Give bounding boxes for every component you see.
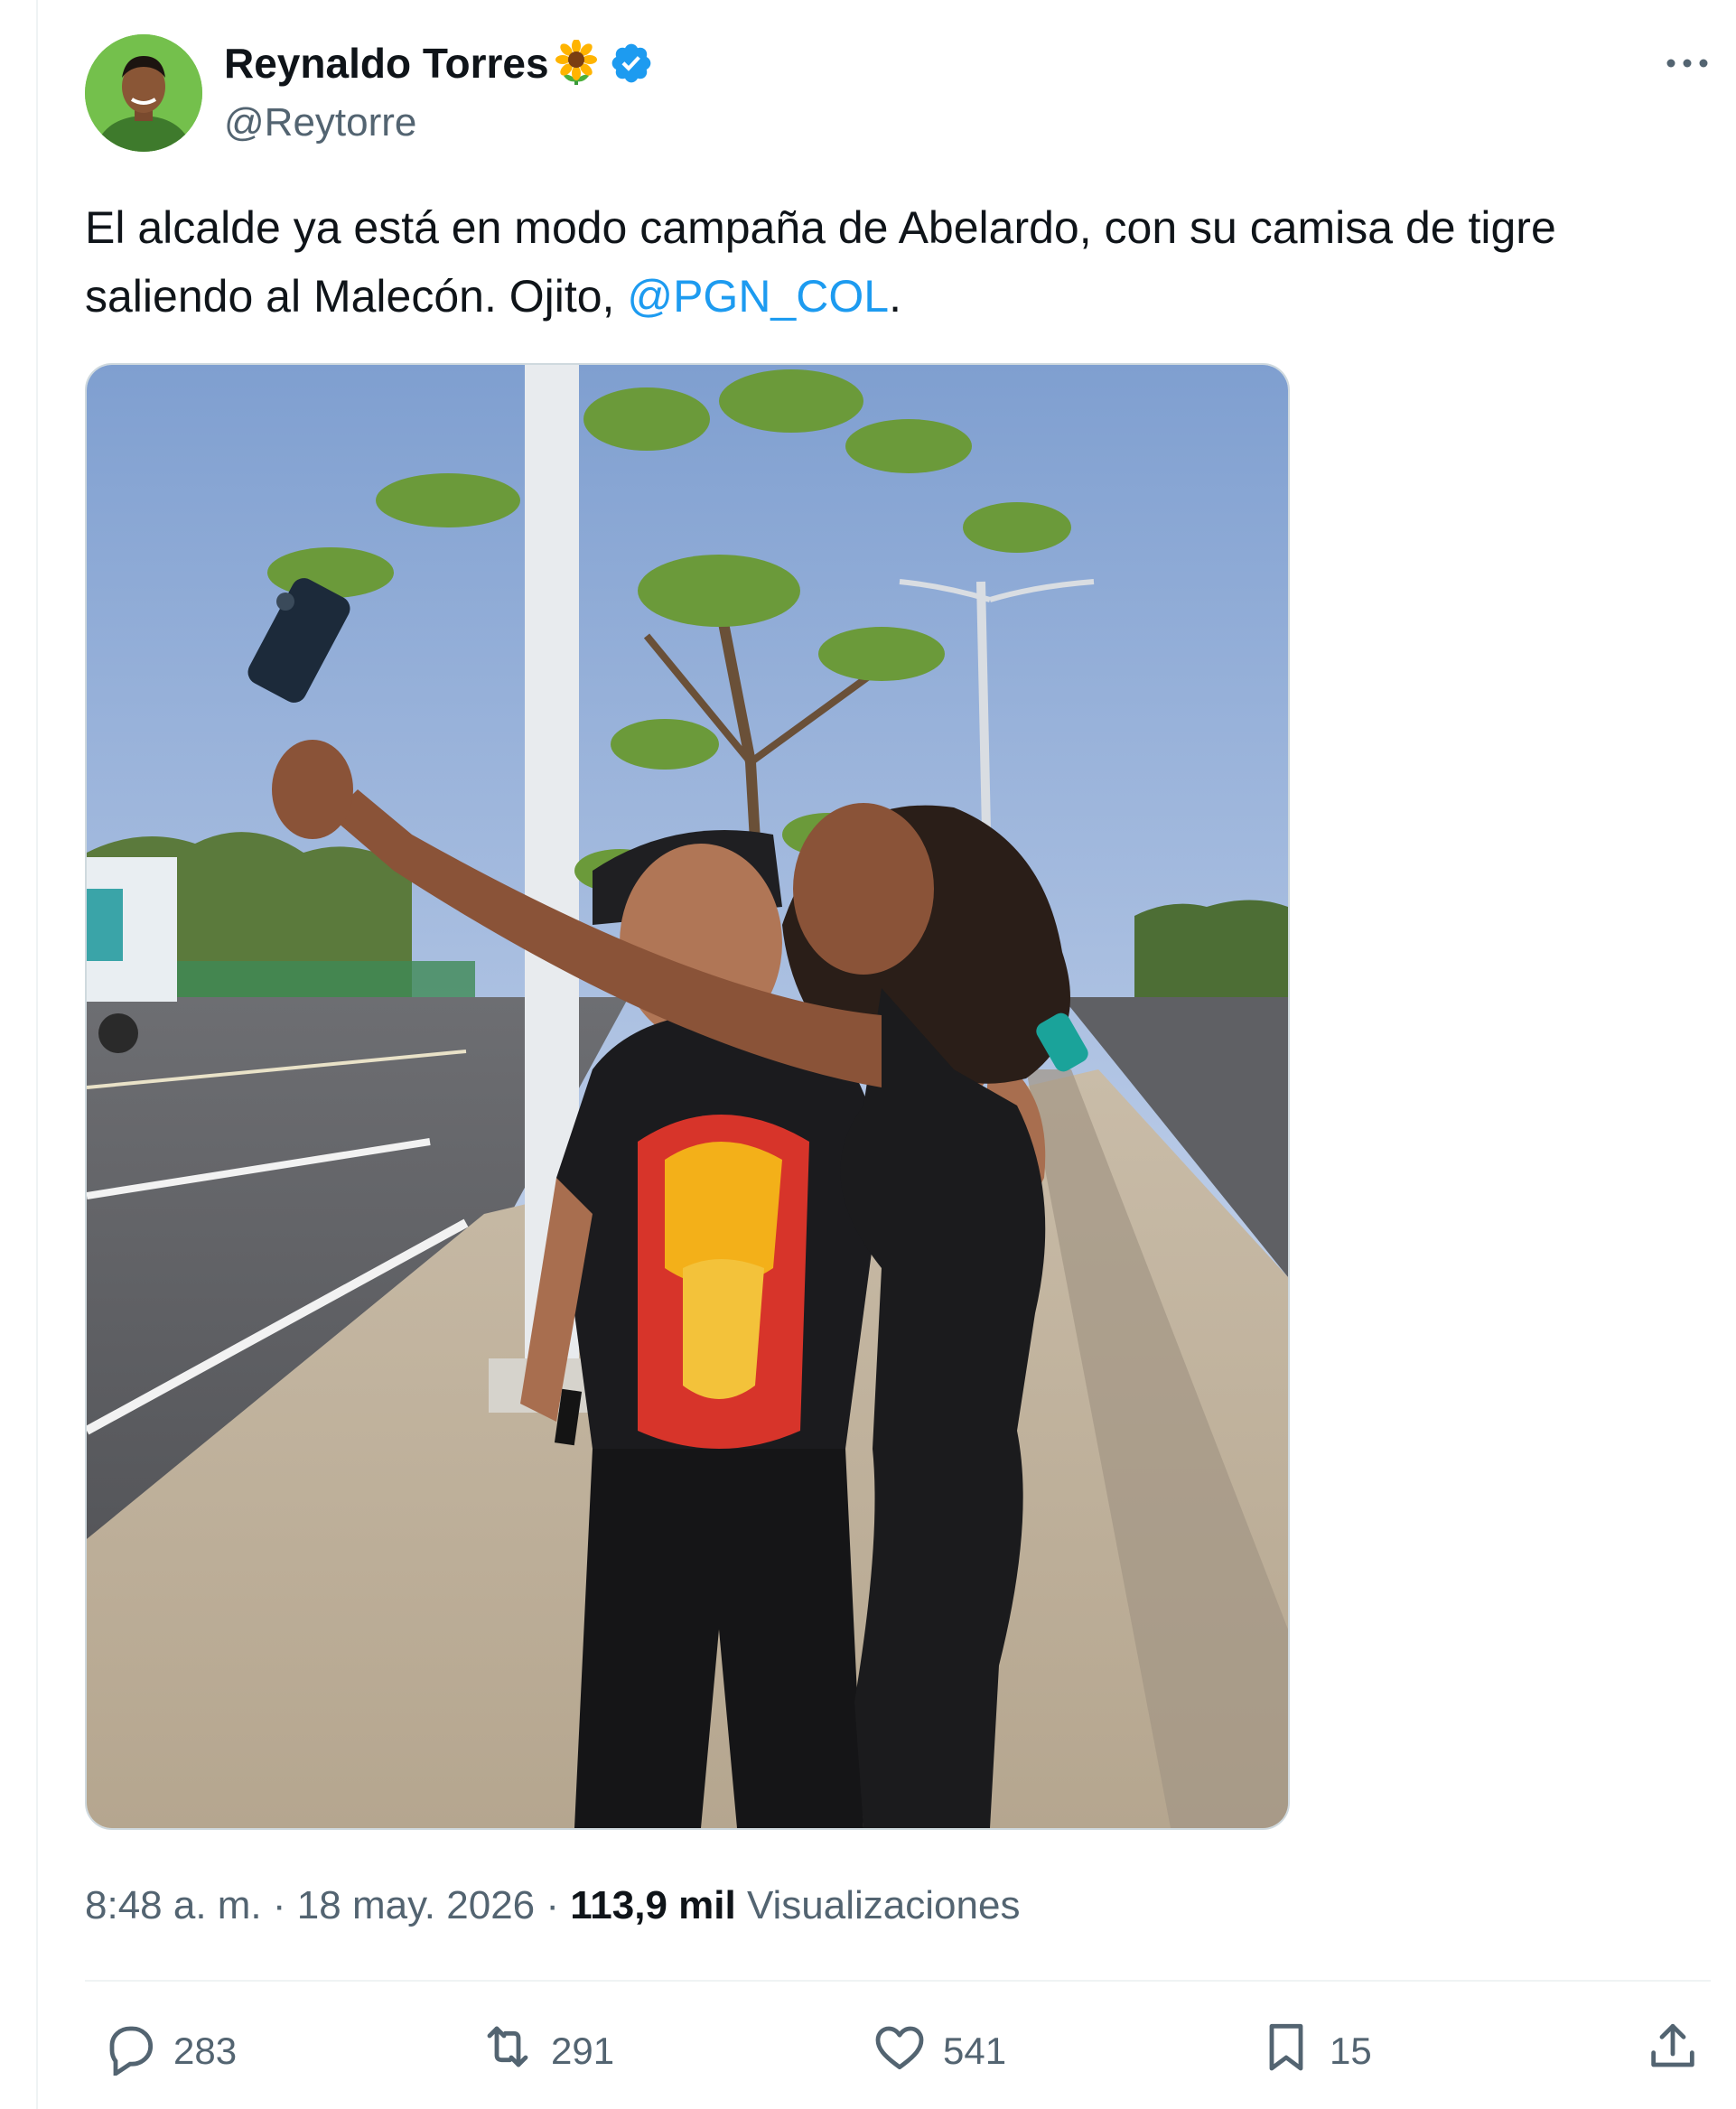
meta-separator: · (261, 1883, 297, 1927)
author-handle[interactable]: @Reytorre (224, 98, 416, 148)
like-button[interactable]: 541 (871, 2020, 1006, 2083)
views-count[interactable]: 113,9 mil (570, 1883, 735, 1927)
share-button[interactable] (1644, 2020, 1702, 2083)
tweet-date[interactable]: 18 may. 2026 (297, 1883, 535, 1927)
like-icon (871, 2018, 929, 2085)
bookmark-count: 15 (1330, 2030, 1372, 2072)
more-options-icon[interactable] (1660, 45, 1714, 81)
reply-count: 283 (173, 2030, 238, 2072)
author-name-row[interactable]: Reynaldo Torres (224, 38, 654, 89)
repost-count: 291 (551, 2030, 615, 2072)
tweet: Reynaldo Torres @Reytorre El alcalde ya … (0, 0, 1736, 2109)
repost-icon (479, 2018, 537, 2085)
author-avatar[interactable] (85, 34, 202, 152)
meta-separator-2: · (535, 1883, 571, 1927)
tweet-time[interactable]: 8:48 a. m. (85, 1883, 262, 1927)
actions-divider (85, 1980, 1711, 1982)
reply-icon (101, 2018, 159, 2085)
bookmark-icon (1257, 2018, 1315, 2085)
repost-button[interactable]: 291 (479, 2020, 614, 2083)
tweet-meta: 8:48 a. m. · 18 may. 2026 · 113,9 mil Vi… (85, 1879, 1020, 1933)
share-icon (1644, 2018, 1702, 2085)
author-name[interactable]: Reynaldo Torres (224, 38, 549, 89)
tweet-text-end: . (889, 271, 901, 322)
reply-button[interactable]: 283 (101, 2020, 237, 2083)
tweet-photo[interactable] (85, 363, 1290, 1830)
bookmark-button[interactable]: 15 (1257, 2020, 1372, 2083)
like-count: 541 (943, 2030, 1007, 2072)
tweet-text: El alcalde ya está en modo campaña de Ab… (85, 193, 1711, 331)
sunflower-emoji (553, 39, 600, 87)
views-label[interactable]: Visualizaciones (747, 1883, 1020, 1927)
mention-link[interactable]: @PGN_COL (627, 271, 889, 322)
verified-badge-icon[interactable] (609, 41, 654, 86)
